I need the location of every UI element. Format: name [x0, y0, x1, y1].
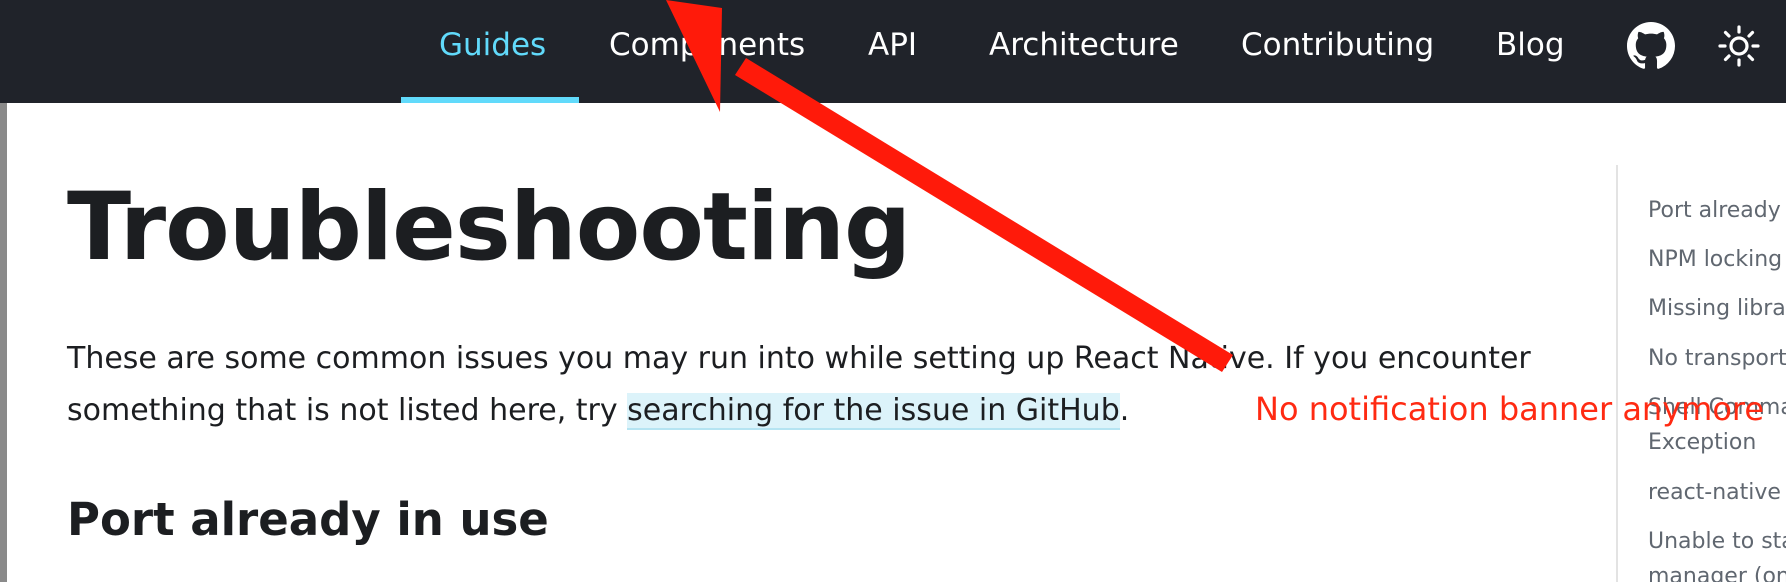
- nav-guides-link[interactable]: Guides: [439, 0, 546, 103]
- intro-line-2-suffix: .: [1119, 393, 1130, 428]
- nav-architecture-link[interactable]: Architecture: [989, 0, 1179, 103]
- section-heading-port-in-use: Port already in use: [67, 493, 549, 546]
- toc-item[interactable]: Unable to star: [1648, 525, 1786, 559]
- intro-line-1: These are some common issues you may run…: [67, 341, 1531, 376]
- nav-api-link[interactable]: API: [868, 0, 917, 103]
- intro-line-2-prefix: something that is not listed here, try: [67, 393, 628, 428]
- toc-item-continuation[interactable]: Exception: [1648, 426, 1756, 460]
- toc-item[interactable]: No transports: [1648, 342, 1786, 376]
- table-of-contents: Port already in NPM locking e Missing li…: [1616, 165, 1786, 582]
- nav-components-link[interactable]: Components: [609, 0, 805, 103]
- annotation-text: No notification banner anymore: [1255, 390, 1765, 428]
- nav-blog-link[interactable]: Blog: [1496, 0, 1565, 103]
- page-title: Troubleshooting: [67, 173, 911, 282]
- docs-page: Guides Components API Architecture Contr…: [0, 0, 1786, 582]
- toc-item-continuation[interactable]: manager (on L: [1648, 560, 1786, 582]
- toc-item[interactable]: Missing librari: [1648, 292, 1786, 326]
- active-tab-indicator: [401, 97, 579, 103]
- nav-contributing-link[interactable]: Contributing: [1241, 0, 1434, 103]
- toc-item[interactable]: react-native in: [1648, 476, 1786, 510]
- github-icon[interactable]: [1627, 22, 1675, 70]
- sidebar-edge: [0, 103, 7, 582]
- toc-item[interactable]: NPM locking e: [1648, 243, 1786, 277]
- github-search-link[interactable]: searching for the issue in GitHub: [627, 393, 1120, 430]
- toc-item[interactable]: Port already in: [1648, 194, 1786, 228]
- top-navbar: Guides Components API Architecture Contr…: [0, 0, 1786, 103]
- theme-toggle-sun-icon[interactable]: [1715, 22, 1763, 70]
